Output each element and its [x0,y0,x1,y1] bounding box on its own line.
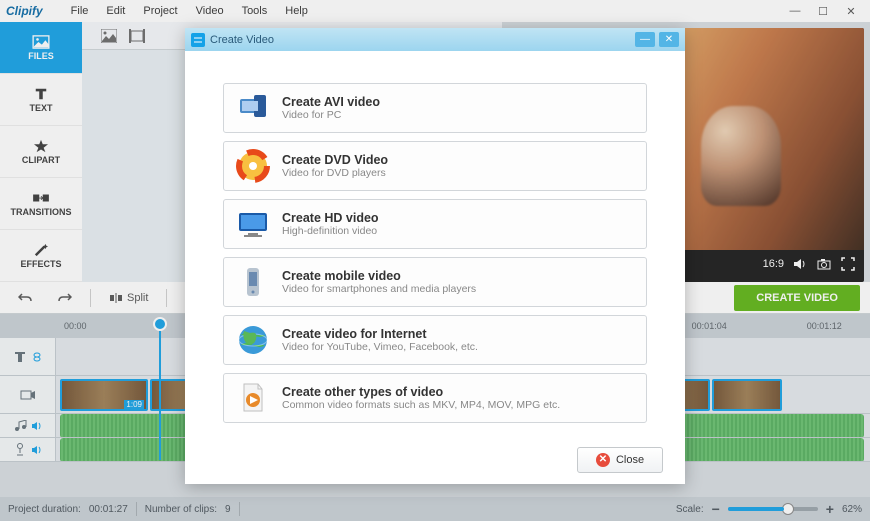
dialog-title: Create Video [210,34,274,46]
close-label: Close [616,454,644,466]
app-icon [191,33,205,47]
option-title: Create other types of video [282,385,560,399]
pc-icon [236,91,270,125]
globe-icon [236,323,270,357]
option-sub: Common video formats such as MKV, MP4, M… [282,399,560,411]
dvd-icon [236,149,270,183]
option-other[interactable]: Create other types of video Common video… [223,373,647,423]
phone-icon [236,265,270,299]
option-sub: Video for smartphones and media players [282,283,476,295]
dialog-minimize[interactable]: — [635,32,655,47]
monitor-icon [236,207,270,241]
dialog-footer: ✕ Close [185,435,685,484]
option-title: Create mobile video [282,269,476,283]
dialog-controls: — ✕ [635,32,679,47]
close-button[interactable]: ✕ Close [577,447,663,473]
option-sub: High-definition video [282,225,379,237]
option-avi[interactable]: Create AVI video Video for PC [223,83,647,133]
option-hd[interactable]: Create HD video High-definition video [223,199,647,249]
option-sub: Video for YouTube, Vimeo, Facebook, etc. [282,341,478,353]
option-title: Create HD video [282,211,379,225]
option-title: Create AVI video [282,95,380,109]
create-video-dialog: Create Video — ✕ Create AVI video Video … [185,28,685,484]
option-mobile[interactable]: Create mobile video Video for smartphone… [223,257,647,307]
option-dvd[interactable]: Create DVD Video Video for DVD players [223,141,647,191]
option-title: Create DVD Video [282,153,388,167]
option-sub: Video for PC [282,109,380,121]
file-icon [236,381,270,415]
dialog-body: Create AVI video Video for PC Create DVD… [185,51,685,435]
option-title: Create video for Internet [282,327,478,341]
dialog-titlebar[interactable]: Create Video — ✕ [185,28,685,51]
option-internet[interactable]: Create video for Internet Video for YouT… [223,315,647,365]
option-sub: Video for DVD players [282,167,388,179]
dialog-close[interactable]: ✕ [659,32,679,47]
close-x-icon: ✕ [596,453,610,467]
